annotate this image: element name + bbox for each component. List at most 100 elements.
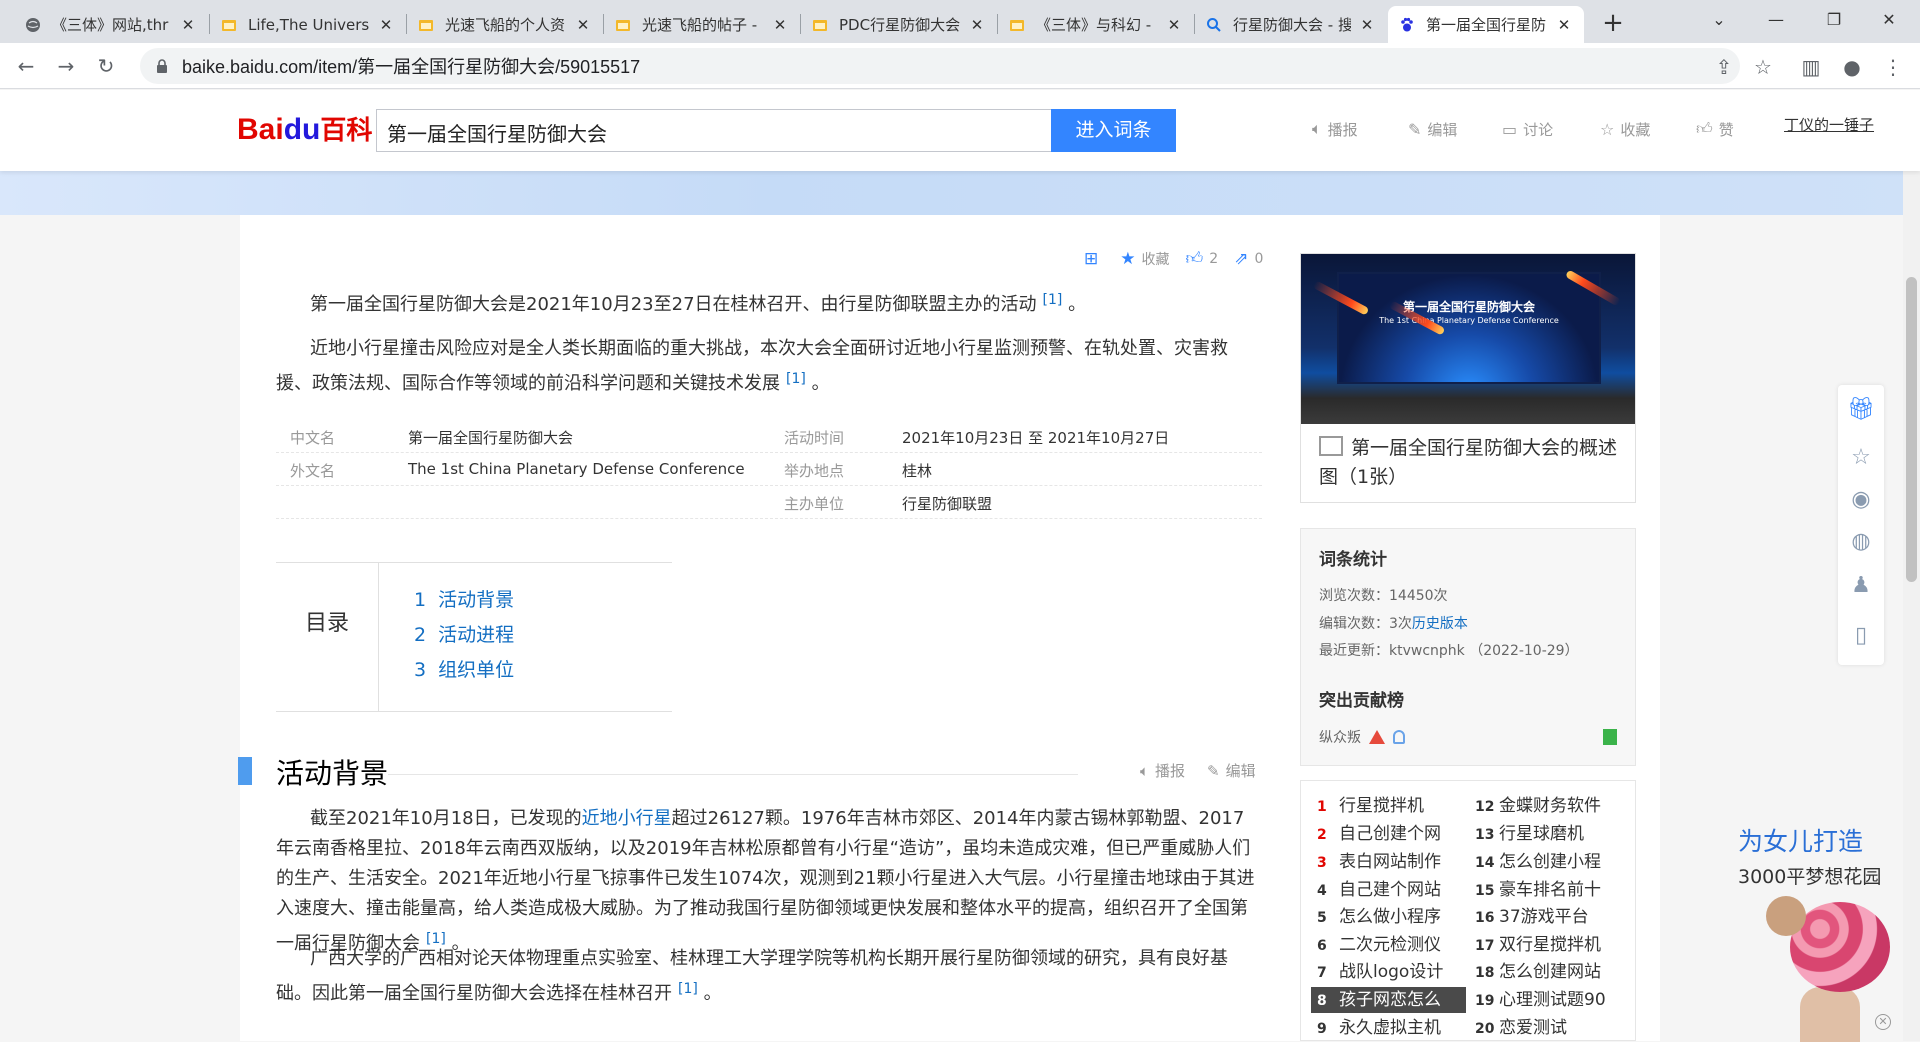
baidu-paw-icon [1398, 16, 1416, 34]
qq-icon[interactable]: ♟ [1847, 571, 1875, 599]
close-tab-icon[interactable]: ✕ [1357, 16, 1377, 34]
near-earth-asteroid-link[interactable]: 近地小行星 [582, 808, 672, 829]
warning-icon [1369, 730, 1385, 744]
close-tab-icon[interactable]: ✕ [178, 16, 198, 34]
search-button[interactable]: 进入词条 [1051, 109, 1176, 152]
list-item[interactable]: 17 双行星搅拌机 [1469, 932, 1624, 958]
globe-icon [24, 16, 42, 34]
contributor-name[interactable]: 纵众叛 [1319, 727, 1361, 747]
bookmark-star-icon[interactable]: ☆ [1749, 53, 1777, 81]
search-icon [1205, 16, 1223, 34]
header-action-like[interactable]: 👍︎ 赞 [1696, 114, 1734, 144]
baidu-baike-logo[interactable]: Baidu百科 [237, 110, 372, 150]
minimize-button[interactable]: — [1753, 4, 1799, 36]
star-icon: ★ [1120, 248, 1136, 269]
list-item[interactable]: 4 自己建个网站 [1311, 877, 1466, 903]
citation-link[interactable]: [1] [1043, 292, 1063, 308]
add-button[interactable]: ⊞ [1084, 249, 1104, 269]
list-item[interactable]: 12 金蝶财务软件 [1469, 793, 1624, 819]
citation-link[interactable]: [1] [786, 371, 806, 387]
list-item[interactable]: 15 豪车排名前十 [1469, 877, 1624, 903]
list-item[interactable]: 6 二次元检测仪 [1311, 932, 1466, 958]
list-item[interactable]: 1 行星搅拌机 [1311, 793, 1466, 819]
list-item[interactable]: 2 自己创建个网 [1311, 821, 1466, 847]
browser-tab[interactable]: 光速飞船的个人资 ✕ [407, 6, 603, 43]
basic-info-row: 中文名 第一届全国行星防御大会 活动时间 2021年10月23日 至 2021年… [276, 420, 1262, 453]
header-action-discuss[interactable]: ▭ 讨论 [1502, 114, 1553, 144]
thumbs-up-icon: 👍︎ [1696, 119, 1713, 138]
browser-tab[interactable]: 光速飞船的帖子 - ✕ [604, 6, 800, 43]
list-item[interactable]: 9 永久虚拟主机 [1311, 1015, 1466, 1040]
close-window-button[interactable]: ✕ [1866, 4, 1912, 36]
close-tab-icon[interactable]: ✕ [573, 16, 593, 34]
page-scrollbar[interactable] [1903, 171, 1920, 1041]
browser-tab-active[interactable]: 第一届全国行星防 ✕ [1388, 6, 1584, 43]
section-read-button[interactable]: 🔈︎ 播报 [1140, 760, 1185, 781]
list-item[interactable]: 7 战队logo设计 [1311, 959, 1466, 985]
wechat-icon[interactable]: ◍ [1847, 527, 1875, 555]
restore-button[interactable]: ❐ [1811, 4, 1857, 36]
side-panel-icon[interactable]: ▥ [1797, 53, 1825, 81]
list-item[interactable]: 13 行星球磨机 [1469, 821, 1624, 847]
browser-tab[interactable]: Life,The Universe ✕ [210, 6, 406, 43]
browser-tab[interactable]: 行星防御大会 - 搜 ✕ [1195, 6, 1387, 43]
entry-stats: 词条统计 浏览次数：14450次 编辑次数：3次历史版本 最近更新：ktvwcn… [1300, 528, 1636, 766]
list-item[interactable]: 14 怎么创建小程 [1469, 849, 1624, 875]
speaker-icon: 🔈︎ [1312, 119, 1322, 138]
back-button[interactable]: ← [12, 52, 40, 80]
tab-search-chevron-icon[interactable]: ⌄ [1696, 4, 1742, 36]
url-text: baike.baidu.com/item/第一届全国行星防御大会/5901551… [182, 57, 641, 77]
collect-button[interactable]: ★ 收藏 [1120, 249, 1169, 269]
search-input[interactable]: 第一届全国行星防御大会 [376, 109, 1052, 152]
list-item[interactable]: 19 心理测试题90 [1469, 987, 1624, 1013]
album-caption[interactable]: 第一届全国行星防御大会的概述图（1张） [1319, 434, 1624, 492]
ad-image [1760, 892, 1890, 1042]
user-link[interactable]: 丁仪的一锤子 [1784, 114, 1874, 135]
list-item[interactable]: 3 表白网站制作 [1311, 849, 1466, 875]
menu-kebab-icon[interactable]: ⋮ [1879, 53, 1907, 81]
thumbs-up-icon: 👍︎ [1185, 249, 1204, 269]
address-bar[interactable]: baike.baidu.com/item/第一届全国行星防御大会/5901551… [140, 48, 1740, 84]
close-tab-icon[interactable]: ✕ [770, 16, 790, 34]
close-tab-icon[interactable]: ✕ [376, 16, 396, 34]
header-action-edit[interactable]: ✎ 编辑 [1408, 114, 1457, 144]
close-tab-icon[interactable]: ✕ [967, 16, 987, 34]
forward-button[interactable]: → [52, 52, 80, 80]
weibo-icon[interactable]: ◉ [1847, 485, 1875, 513]
list-item-selected[interactable]: 8 孩子网恋怎么 [1311, 987, 1466, 1013]
toc-item[interactable]: 2 活动进程 [414, 620, 514, 647]
share-icon[interactable]: ⇪ [1710, 53, 1738, 81]
toc-item[interactable]: 1 活动背景 [414, 585, 514, 612]
list-item[interactable]: 20 恋爱测试 [1469, 1015, 1624, 1040]
profile-avatar-icon[interactable]: ● [1838, 53, 1866, 81]
section-edit-button[interactable]: ✎ 编辑 [1207, 760, 1256, 781]
scrollbar-thumb[interactable] [1906, 277, 1917, 582]
star-icon[interactable]: ☆ [1847, 443, 1875, 471]
new-tab-button[interactable]: + [1598, 9, 1628, 39]
browser-tab[interactable]: 《三体》与科幻 - ✕ [998, 6, 1194, 43]
list-item[interactable]: 16 37游戏平台 [1469, 904, 1624, 930]
history-version-link[interactable]: 历史版本 [1412, 616, 1468, 632]
reload-button[interactable]: ↻ [92, 52, 120, 80]
list-item[interactable]: 5 怎么做小程序 [1311, 904, 1466, 930]
header-action-read[interactable]: 🔈︎ 播报 [1312, 114, 1358, 144]
header-action-collect[interactable]: ☆ 收藏 [1600, 114, 1650, 144]
summary-album[interactable]: 第一届全国行星防御大会 The 1st China Planetary Defe… [1300, 253, 1636, 503]
bookmark-icon[interactable] [1603, 729, 1617, 745]
side-advertisement[interactable]: 为女儿打造 3000平梦想花园 ✕ [1738, 822, 1891, 1042]
citation-link[interactable]: [1] [678, 981, 698, 997]
browser-tab[interactable]: PDC行星防御大会 ✕ [801, 6, 997, 43]
like-button[interactable]: 👍︎ 2 [1186, 248, 1219, 269]
share-button[interactable]: ⇗ 0 [1234, 249, 1263, 269]
list-item[interactable]: 18 怎么创建网站 [1469, 959, 1624, 985]
conference-photo[interactable]: 第一届全国行星防御大会 The 1st China Planetary Defe… [1301, 254, 1635, 424]
close-ad-icon[interactable]: ✕ [1875, 1014, 1891, 1030]
stage-screen: 第一届全国行星防御大会 The 1st China Planetary Defe… [1337, 272, 1601, 384]
close-tab-icon[interactable]: ✕ [1554, 16, 1574, 34]
mobile-icon[interactable]: ▯ [1847, 621, 1875, 649]
bell-icon [1393, 730, 1405, 744]
gift-icon[interactable]: 🎁︎ [1847, 395, 1875, 423]
close-tab-icon[interactable]: ✕ [1164, 16, 1184, 34]
toc-item[interactable]: 3 组织单位 [414, 655, 514, 682]
browser-tab[interactable]: 《三体》网站,thr ✕ [14, 6, 208, 43]
